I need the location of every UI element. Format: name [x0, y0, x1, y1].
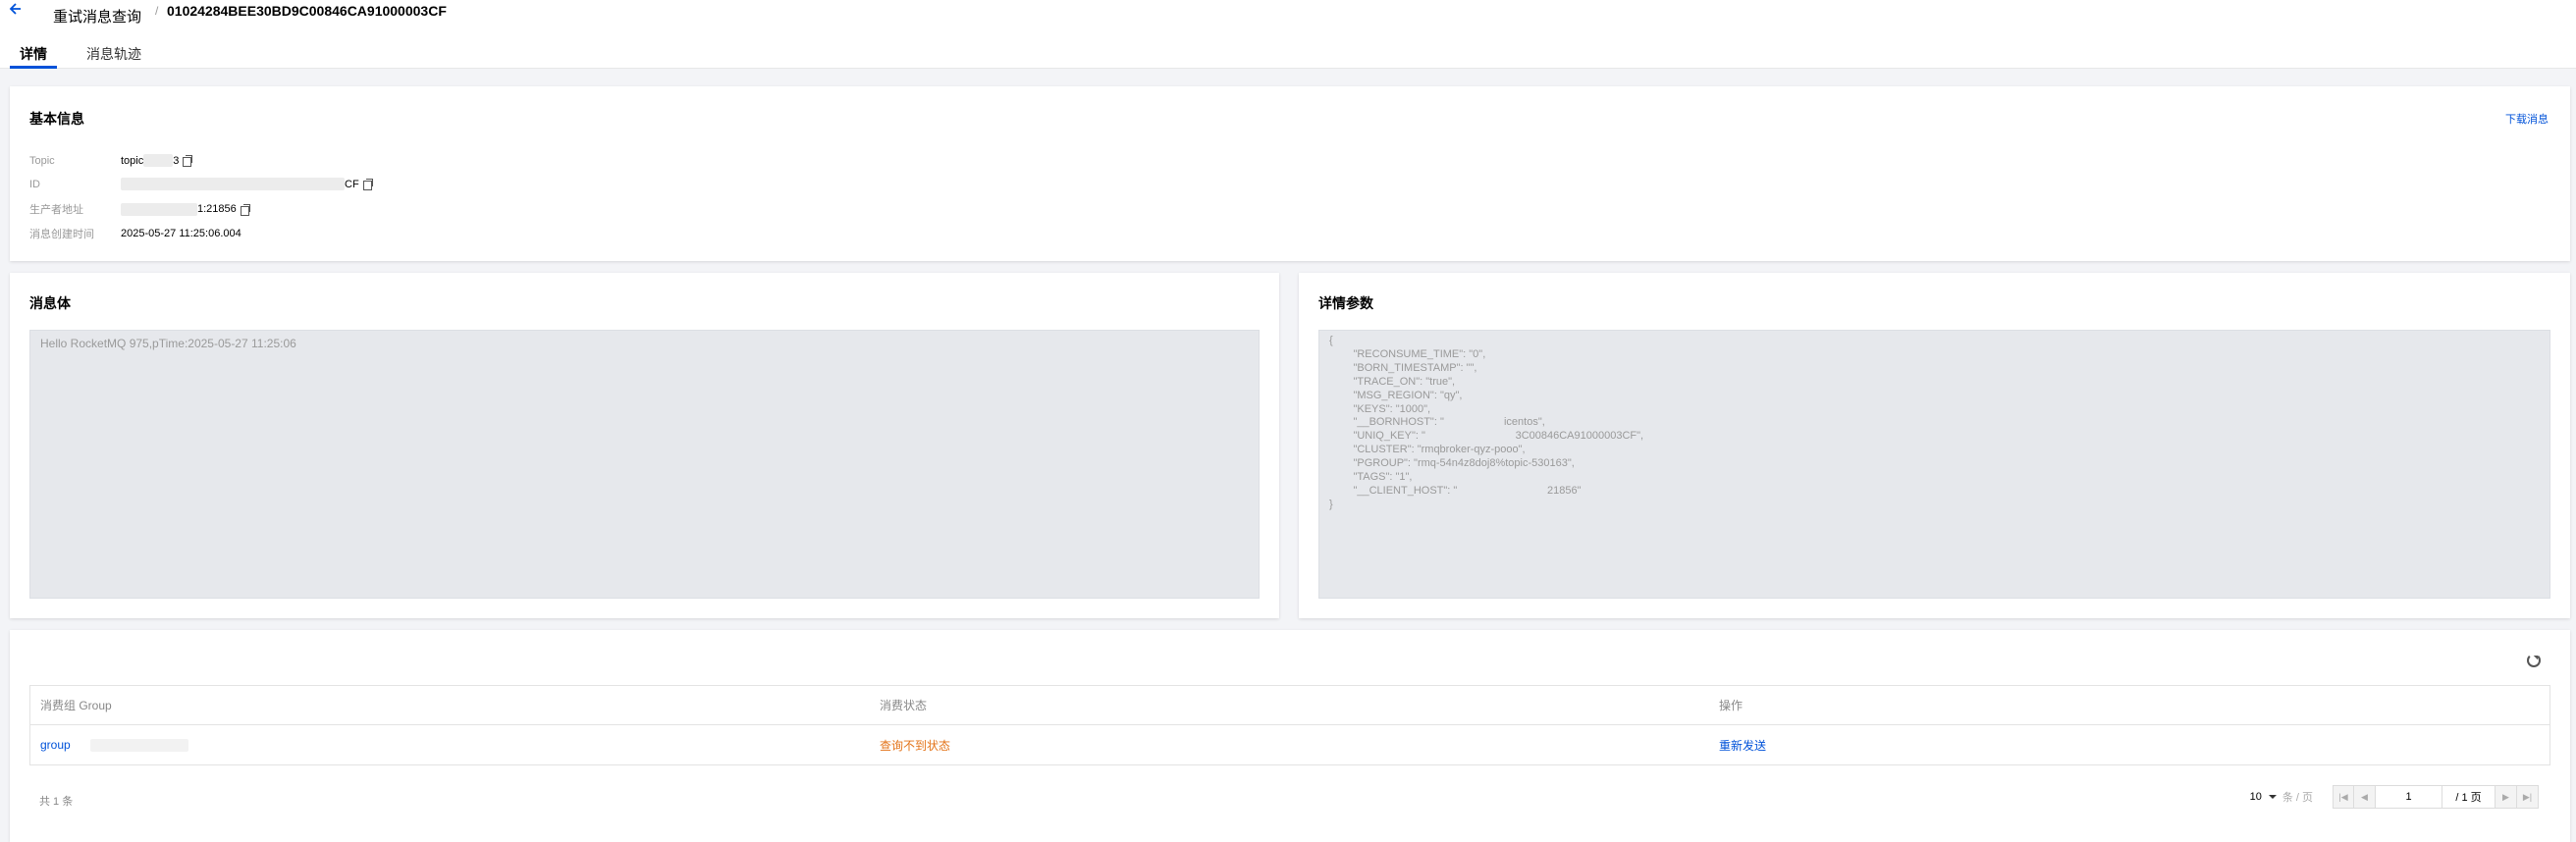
- field-value-suffix: 3: [173, 154, 180, 167]
- redacted-value: [143, 154, 174, 167]
- redacted-value: [89, 738, 188, 752]
- field-label: ID: [29, 178, 40, 190]
- field-create-time: 消息创建时间 2025-05-27 11:25:06.004: [29, 226, 242, 241]
- consume-status: 查询不到状态: [880, 738, 951, 753]
- breadcrumb-separator: /: [155, 4, 159, 18]
- breadcrumb-parent[interactable]: 重试消息查询: [53, 6, 141, 26]
- field-value: 2025-05-27 11:25:06.004: [121, 228, 242, 239]
- first-page-icon[interactable]: |◀: [2333, 785, 2354, 809]
- page-size-unit: 条 / 页: [2281, 792, 2313, 804]
- field-value-suffix: CF: [345, 178, 359, 190]
- page-header: 重试消息查询 / 01024284BEE30BD9C00846CA9100000…: [0, 0, 2576, 39]
- field-value: topic: [121, 154, 144, 167]
- field-topic: Topic topic 3: [29, 154, 193, 167]
- detail-params-title: 详情参数: [1318, 295, 1373, 311]
- chevron-down-icon[interactable]: [2268, 795, 2277, 803]
- basic-info-card: 基本信息 下载消息 Topic topic 3 ID CF 生产者地址 1:21…: [10, 86, 2570, 261]
- consumer-group-table: 消费组 Group 消费状态 操作 group 查询不到状态 重新发送: [29, 685, 2550, 765]
- table-header: 消费组 Group 消费状态 操作: [30, 686, 2549, 725]
- redacted-value: [121, 202, 197, 216]
- tab-detail[interactable]: 详情: [20, 44, 47, 64]
- field-producer-address: 生产者地址 1:21856: [29, 201, 250, 217]
- tab-bar: 详情 消息轨迹: [0, 39, 2576, 69]
- table-row: group 查询不到状态 重新发送: [30, 725, 2549, 764]
- pagination: 10 条 / 页 |◀ ◀ / 1 页 ▶ ▶|: [2250, 785, 2539, 809]
- total-pages: / 1 页: [2442, 785, 2496, 809]
- detail-params-content: { "RECONSUME_TIME": "0", "BORN_TIMESTAMP…: [1318, 330, 2550, 599]
- copy-icon[interactable]: [240, 203, 250, 216]
- field-label: Topic: [29, 154, 55, 167]
- column-header-action: 操作: [1719, 699, 1744, 712]
- field-value-suffix: 1:21856: [197, 203, 237, 215]
- detail-params-card: 详情参数 { "RECONSUME_TIME": "0", "BORN_TIME…: [1299, 273, 2570, 618]
- column-header-group: 消费组 Group: [40, 699, 112, 712]
- prev-page-icon[interactable]: ◀: [2354, 785, 2376, 809]
- message-body-card: 消息体 Hello RocketMQ 975,pTime:2025-05-27 …: [10, 273, 1279, 618]
- resend-button[interactable]: 重新发送: [1709, 737, 2551, 754]
- basic-info-title: 基本信息: [29, 111, 84, 127]
- message-body-title: 消息体: [29, 295, 71, 311]
- total-count: 共 1 条: [39, 796, 74, 808]
- last-page-icon[interactable]: ▶|: [2517, 785, 2539, 809]
- page-title: 01024284BEE30BD9C00846CA91000003CF: [167, 3, 447, 19]
- consumer-group-card: 消费组 Group 消费状态 操作 group 查询不到状态 重新发送 共 1 …: [10, 630, 2570, 842]
- column-header-status: 消费状态: [880, 699, 928, 712]
- field-label: 消息创建时间: [29, 229, 94, 240]
- active-tab-indicator: [10, 66, 57, 69]
- group-link[interactable]: group: [40, 738, 71, 752]
- tab-message-trace[interactable]: 消息轨迹: [86, 44, 141, 64]
- page-number-input[interactable]: [2376, 785, 2442, 809]
- download-message-link[interactable]: 下载消息: [2505, 111, 2549, 127]
- next-page-icon[interactable]: ▶: [2496, 785, 2517, 809]
- message-body-content: Hello RocketMQ 975,pTime:2025-05-27 11:2…: [29, 330, 1260, 599]
- copy-icon[interactable]: [183, 155, 193, 167]
- field-id: ID CF: [29, 178, 373, 190]
- field-label: 生产者地址: [29, 204, 83, 216]
- copy-icon[interactable]: [362, 179, 373, 190]
- refresh-icon[interactable]: [2527, 654, 2541, 667]
- redacted-value: [121, 178, 345, 190]
- page-size-select[interactable]: 10: [2250, 791, 2262, 803]
- arrow-left-icon[interactable]: [8, 2, 27, 22]
